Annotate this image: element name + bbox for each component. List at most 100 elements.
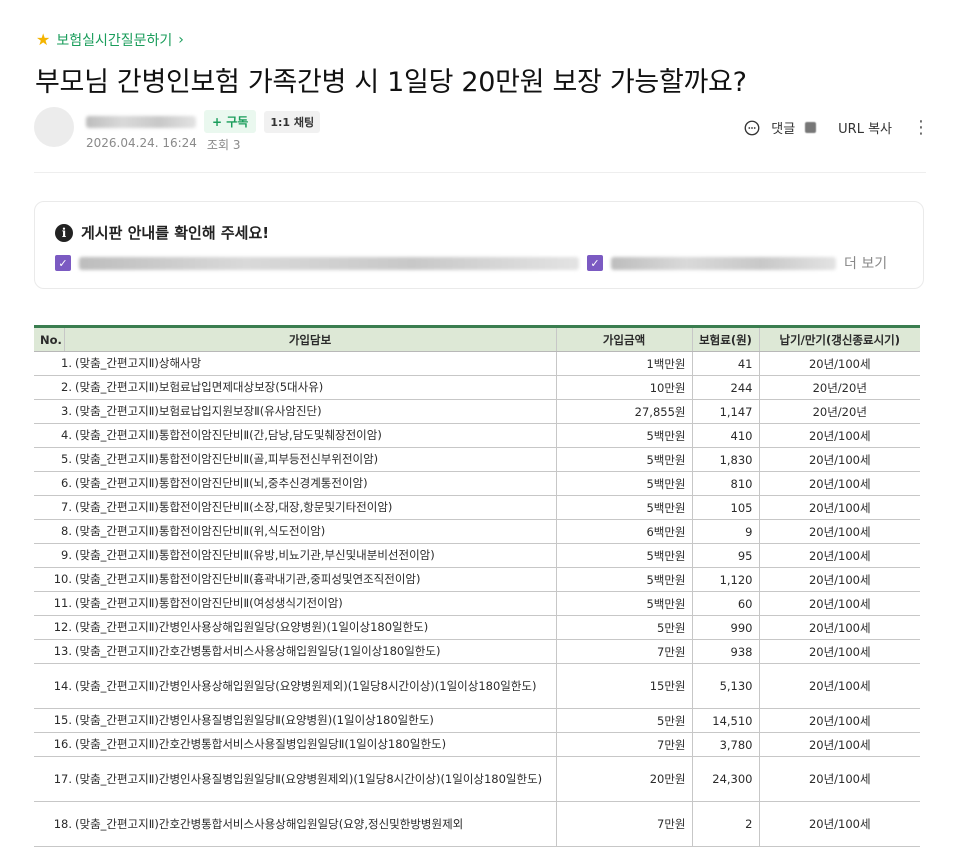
comment-icon[interactable]: [743, 119, 761, 137]
header-coverage: 가입담보: [64, 326, 557, 352]
premium-cell: 938: [692, 639, 760, 664]
notice-item-redacted: [611, 256, 836, 270]
premium-cell: 60: [692, 591, 760, 616]
table-row: 14. (맞춤_간편고지Ⅱ)간병인사용상해입원일당(요양병원제외)(1일당8시간이…: [34, 663, 920, 709]
coverage-text: (맞춤_간편고지Ⅱ)간병인사용상해입원일당(요양병원제외)(1일당8시간이상)(…: [75, 678, 537, 693]
star-icon: ★: [36, 30, 51, 49]
coverage-cell: 5. (맞춤_간편고지Ⅱ)통합전이암진단비Ⅱ(골,피부등전신부위전이암): [34, 447, 557, 472]
table-row: 8. (맞춤_간편고지Ⅱ)통합전이암진단비Ⅱ(위,식도전이암) 6백만원 9 20년/1…: [34, 519, 920, 544]
amount-cell: 10만원: [556, 375, 693, 400]
board-notice: i 게시판 안내를 확인해 주세요! ✓ ✓ 더 보기: [34, 201, 924, 289]
term-cell: 20년/20년: [759, 375, 920, 400]
coverage-cell: 2. (맞춤_간편고지Ⅱ)보험료납입면제대상보장(5대사유): [34, 375, 557, 400]
row-number: 6.: [61, 476, 72, 490]
row-number: 5.: [61, 452, 72, 466]
more-options-icon[interactable]: ⋮: [912, 118, 930, 137]
coverage-cell: 17. (맞춤_간편고지Ⅱ)간병인사용질병입원일당Ⅱ(요양병원제외)(1일당8시간…: [34, 756, 557, 802]
coverage-text: (맞춤_간편고지Ⅱ)통합전이암진단비Ⅱ(위,식도전이암): [75, 524, 326, 538]
premium-cell: 9: [692, 519, 760, 544]
table-row: 2. (맞춤_간편고지Ⅱ)보험료납입면제대상보장(5대사유) 10만원 244 20년/…: [34, 375, 920, 400]
coverage-text: (맞춤_간편고지Ⅱ)통합전이암진단비Ⅱ(유방,비뇨기관,부신및내분비선전이암): [75, 548, 435, 562]
premium-cell: 990: [692, 615, 760, 640]
table-row: 15. (맞춤_간편고지Ⅱ)간병인사용질병입원일당Ⅱ(요양병원)(1일이상180일…: [34, 708, 920, 733]
table-row: 13. (맞춤_간편고지Ⅱ)간호간병통합서비스사용상해입원일당(1일이상180일한…: [34, 639, 920, 664]
premium-cell: 95: [692, 543, 760, 568]
table-row: 3. (맞춤_간편고지Ⅱ)보험료납입지원보장Ⅱ(유사암진단) 27,855원 1,14…: [34, 399, 920, 424]
term-cell: 20년/100세: [759, 567, 920, 592]
amount-cell: 5백만원: [556, 447, 693, 472]
coverage-text: (맞춤_간편고지Ⅱ)보험료납입면제대상보장(5대사유): [75, 380, 324, 394]
header-term: 납기/만기(갱신종료시기): [759, 326, 920, 352]
coverage-cell: 18. (맞춤_간편고지Ⅱ)간호간병통합서비스사용상해입원일당(요양,정신및한방병…: [34, 801, 557, 847]
amount-cell: 15만원: [556, 663, 693, 709]
coverage-text: (맞춤_간편고지Ⅱ)통합전이암진단비Ⅱ(골,피부등전신부위전이암): [75, 452, 379, 466]
amount-cell: 7만원: [556, 639, 693, 664]
table-row: 18. (맞춤_간편고지Ⅱ)간호간병통합서비스사용상해입원일당(요양,정신및한방병…: [34, 801, 920, 847]
coverage-cell: 7. (맞춤_간편고지Ⅱ)통합전이암진단비Ⅱ(소장,대장,항문및기타전이암): [34, 495, 557, 520]
url-copy-button[interactable]: URL 복사: [838, 118, 892, 137]
chevron-right-icon: ›: [178, 32, 184, 48]
table-row: 10. (맞춤_간편고지Ⅱ)통합전이암진단비Ⅱ(흉곽내기관,중피성및연조직전이암)…: [34, 567, 920, 592]
coverage-text: (맞춤_간편고지Ⅱ)통합전이암진단비Ⅱ(흉곽내기관,중피성및연조직전이암): [75, 572, 421, 586]
amount-cell: 20만원: [556, 756, 693, 802]
premium-cell: 1,120: [692, 567, 760, 592]
term-cell: 20년/100세: [759, 591, 920, 616]
premium-cell: 1,147: [692, 399, 760, 424]
coverage-text: (맞춤_간편고지Ⅱ)통합전이암진단비Ⅱ(여성생식기전이암): [75, 596, 343, 610]
coverage-cell: 16. (맞춤_간편고지Ⅱ)간호간병통합서비스사용질병입원일당Ⅱ(1일이상180일…: [34, 732, 557, 757]
amount-cell: 5백만원: [556, 495, 693, 520]
table-row: 7. (맞춤_간편고지Ⅱ)통합전이암진단비Ⅱ(소장,대장,항문및기타전이암) 5백만…: [34, 495, 920, 520]
amount-cell: 5백만원: [556, 543, 693, 568]
row-number: 15.: [53, 713, 72, 727]
coverage-cell: 9. (맞춤_간편고지Ⅱ)통합전이암진단비Ⅱ(유방,비뇨기관,부신및내분비선전이암…: [34, 543, 557, 568]
chat-button[interactable]: 1:1 채팅: [264, 110, 321, 133]
amount-cell: 7만원: [556, 801, 693, 847]
premium-cell: 105: [692, 495, 760, 520]
checkbox-icon: ✓: [587, 255, 603, 271]
term-cell: 20년/100세: [759, 663, 920, 709]
breadcrumb-label[interactable]: 보험실시간질문하기: [56, 30, 172, 50]
header-amount: 가입금액: [556, 326, 693, 352]
premium-cell: 24,300: [692, 756, 760, 802]
coverage-cell: 12. (맞춤_간편고지Ⅱ)간병인사용상해입원일당(요양병원)(1일이상180일한…: [34, 615, 557, 640]
coverage-cell: 10. (맞춤_간편고지Ⅱ)통합전이암진단비Ⅱ(흉곽내기관,중피성및연조직전이암): [34, 567, 557, 592]
term-cell: 20년/100세: [759, 639, 920, 664]
coverage-cell: 8. (맞춤_간편고지Ⅱ)통합전이암진단비Ⅱ(위,식도전이암): [34, 519, 557, 544]
premium-cell: 5,130: [692, 663, 760, 709]
subscribe-button[interactable]: + 구독: [204, 110, 257, 133]
coverage-cell: 11. (맞춤_간편고지Ⅱ)통합전이암진단비Ⅱ(여성생식기전이암): [34, 591, 557, 616]
amount-cell: 6백만원: [556, 519, 693, 544]
breadcrumb[interactable]: ★ 보험실시간질문하기 ›: [36, 30, 184, 50]
notice-items: ✓ ✓ 더 보기: [55, 253, 887, 273]
coverage-cell: 3. (맞춤_간편고지Ⅱ)보험료납입지원보장Ⅱ(유사암진단): [34, 399, 557, 424]
amount-cell: 5만원: [556, 615, 693, 640]
row-number: 13.: [53, 644, 72, 658]
term-cell: 20년/100세: [759, 708, 920, 733]
table-row: 12. (맞춤_간편고지Ⅱ)간병인사용상해입원일당(요양병원)(1일이상180일한…: [34, 615, 920, 640]
row-number: 16.: [53, 737, 72, 751]
table-row: 5. (맞춤_간편고지Ⅱ)통합전이암진단비Ⅱ(골,피부등전신부위전이암) 5백만원 1…: [34, 447, 920, 472]
term-cell: 20년/100세: [759, 423, 920, 448]
table-row: 17. (맞춤_간편고지Ⅱ)간병인사용질병입원일당Ⅱ(요양병원제외)(1일당8시간…: [34, 756, 920, 802]
premium-cell: 3,780: [692, 732, 760, 757]
row-number: 7.: [61, 500, 72, 514]
coverage-text: (맞춤_간편고지Ⅱ)상해사망: [75, 356, 202, 370]
avatar[interactable]: [34, 107, 74, 147]
row-number: 18.: [53, 816, 72, 831]
more-button[interactable]: 더 보기: [844, 253, 887, 273]
post-tools: 댓글 URL 복사 ⋮: [743, 118, 930, 137]
author-name-redacted[interactable]: [86, 115, 196, 128]
coverage-cell: 1. (맞춤_간편고지Ⅱ)상해사망: [34, 351, 557, 376]
row-number: 17.: [53, 771, 72, 786]
amount-cell: 1백만원: [556, 351, 693, 376]
divider: [34, 172, 926, 173]
post-meta: 2026.04.24. 16:24 조회 3: [86, 136, 240, 153]
comment-label[interactable]: 댓글: [771, 118, 795, 137]
row-number: 11.: [53, 596, 72, 610]
notice-heading: i 게시판 안내를 확인해 주세요!: [55, 222, 269, 243]
row-number: 4.: [61, 428, 72, 442]
table-row: 4. (맞춤_간편고지Ⅱ)통합전이암진단비Ⅱ(간,담낭,담도및췌장전이암) 5백만원…: [34, 423, 920, 448]
row-number: 10.: [53, 572, 72, 586]
premium-cell: 14,510: [692, 708, 760, 733]
coverage-cell: 15. (맞춤_간편고지Ⅱ)간병인사용질병입원일당Ⅱ(요양병원)(1일이상180일…: [34, 708, 557, 733]
